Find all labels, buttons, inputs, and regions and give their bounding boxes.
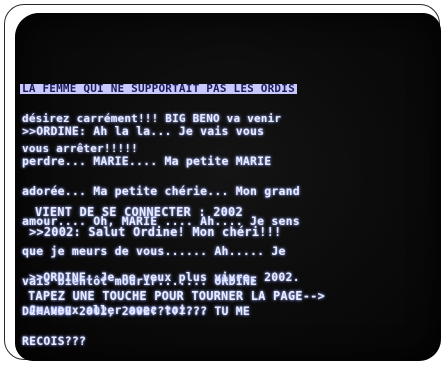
- ordine-line-2: perdre... MARIE.... Ma petite MARIE: [22, 154, 272, 168]
- ordine-reply-line-1: >>ORDINE: Je ne veux plus vivre, 2002.: [29, 270, 300, 284]
- connect-status: VIENT DE SE CONNECTER : 2002: [35, 205, 243, 219]
- reply-2002: >>2002: Salut Ordine! Mon chéri!!!: [29, 225, 282, 239]
- ordine-reply-line-2: Je veux aller avec toi...: [29, 303, 208, 317]
- ordine-line-8: RECOIS???: [22, 334, 87, 348]
- title-banner: LA FEMME QUI NE SUPPORTAIT PAS LES ORDIS: [20, 82, 297, 95]
- page-turn-prompt[interactable]: TAPEZ UNE TOUCHE POUR TOURNER LA PAGE-->: [28, 289, 325, 303]
- ordine-line-1: >>ORDINE: Ah la la... Je vais vous: [22, 124, 265, 138]
- ordine-line-3: adorée... Ma petite chérie... Mon grand: [22, 184, 300, 198]
